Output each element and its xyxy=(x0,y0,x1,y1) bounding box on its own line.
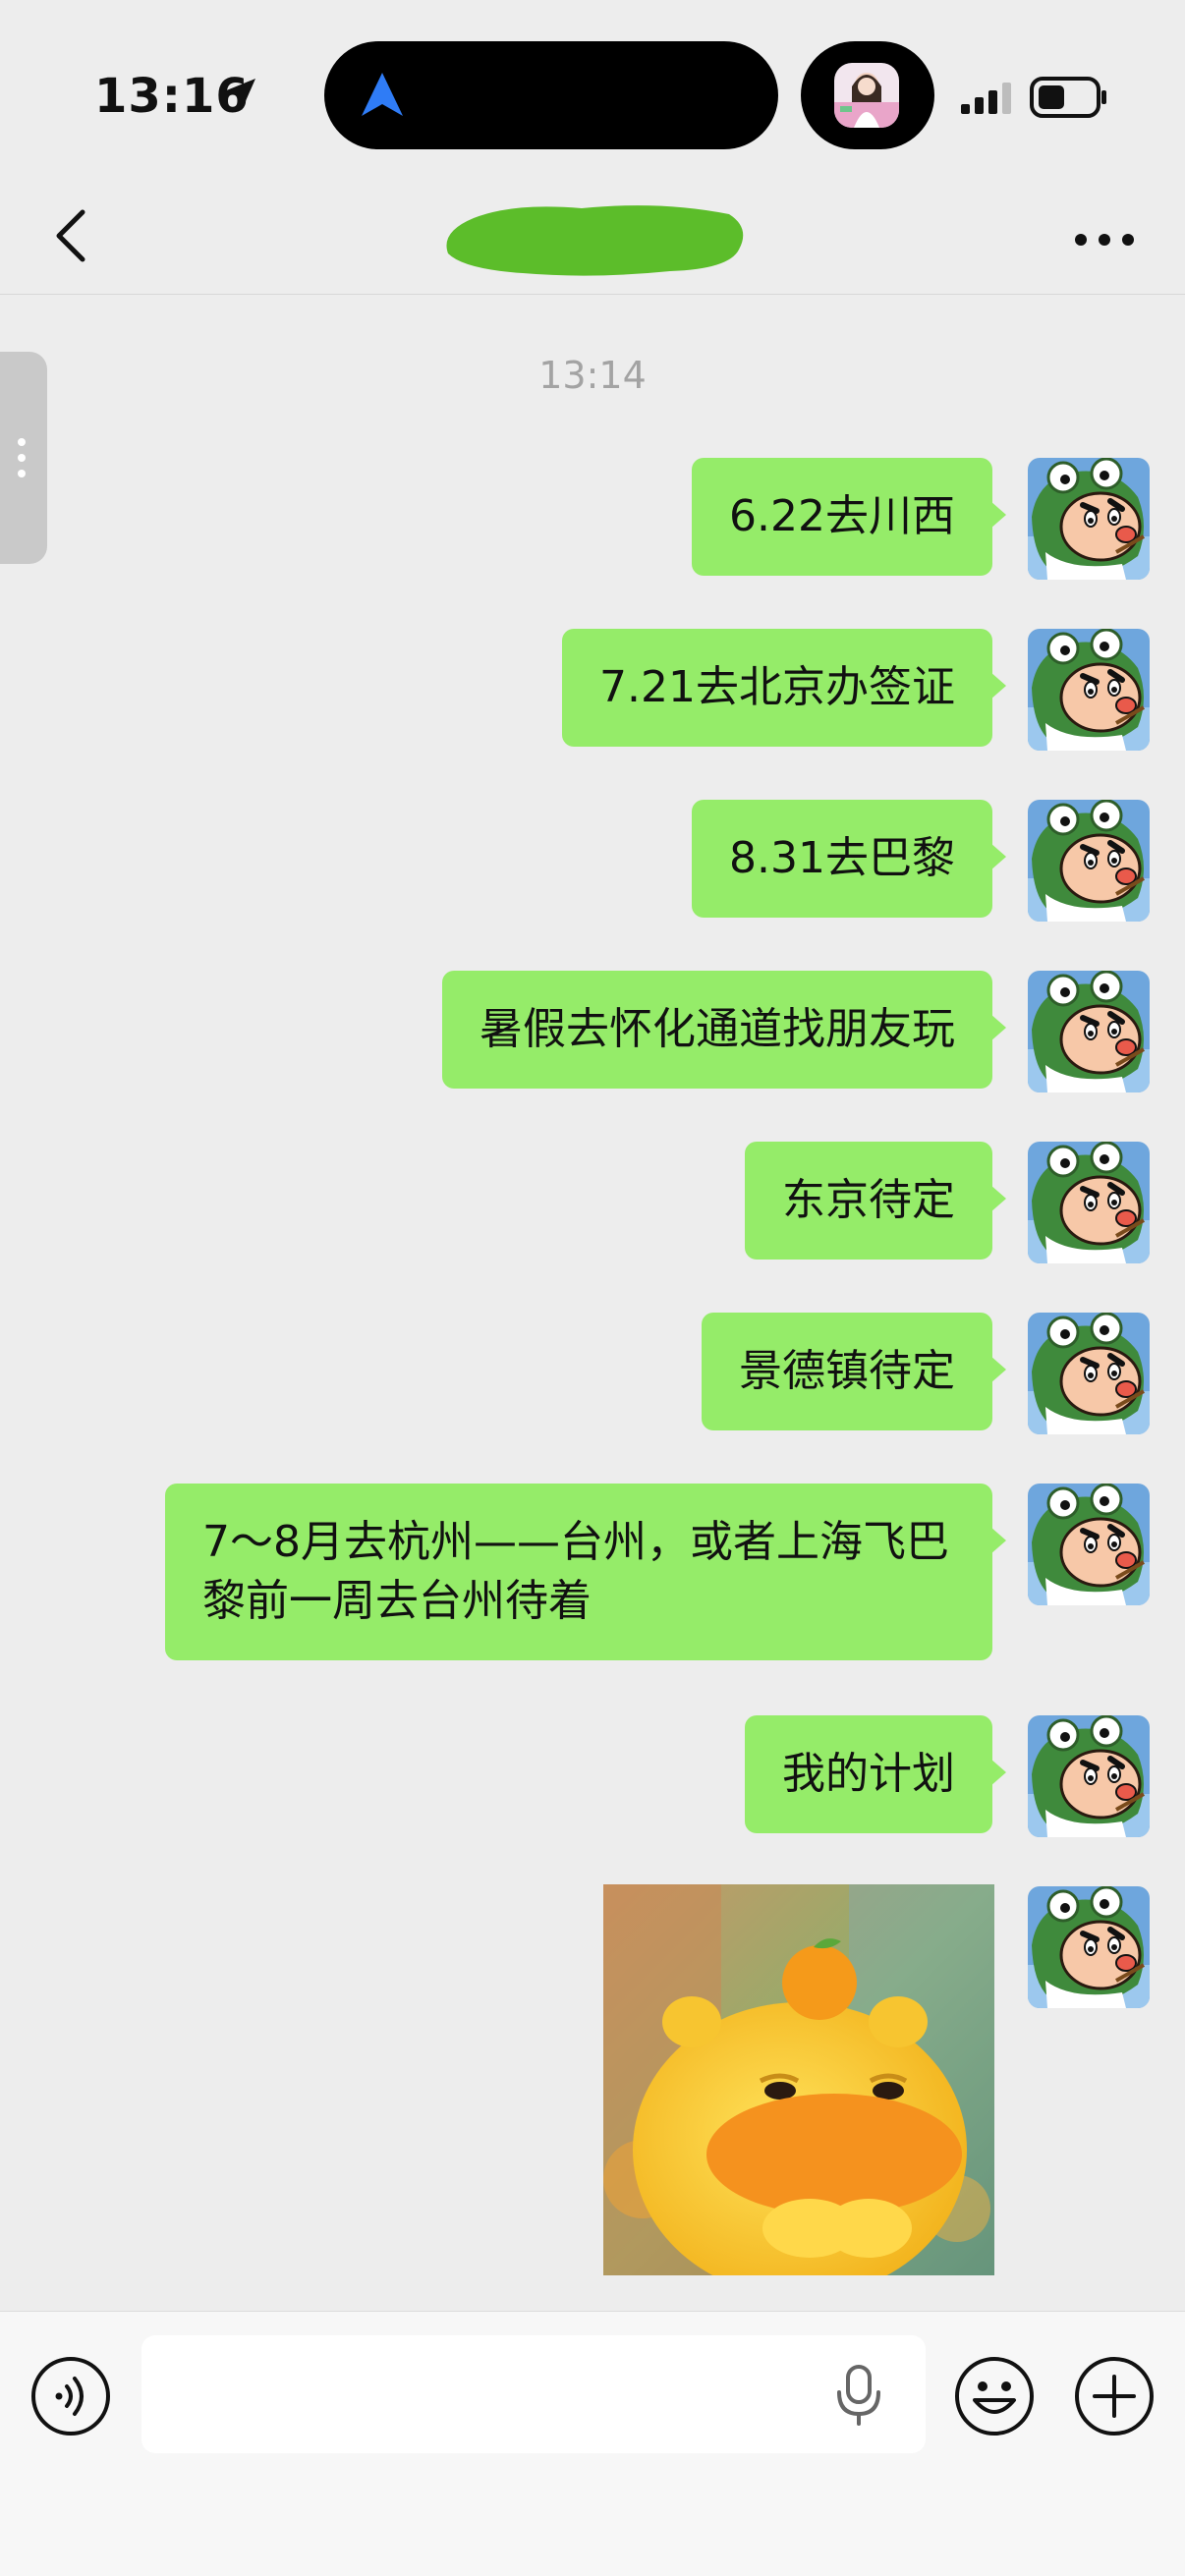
message-bubble[interactable]: 暑假去怀化通道找朋友玩 xyxy=(442,971,1006,1089)
message-bubble[interactable]: 7～8月去杭州——台州，或者上海飞巴黎前一周去台州待着 xyxy=(165,1484,1006,1660)
avatar[interactable] xyxy=(1028,800,1150,922)
avatar[interactable] xyxy=(1028,629,1150,751)
cellular-signal-icon xyxy=(961,83,1011,114)
message-bubble[interactable]: 东京待定 xyxy=(745,1142,1006,1260)
message-bubble[interactable]: 8.31去巴黎 xyxy=(692,800,1006,918)
avatar[interactable] xyxy=(1028,1142,1150,1263)
input-bar xyxy=(0,2311,1185,2576)
message-input[interactable] xyxy=(141,2335,926,2453)
avatar[interactable] xyxy=(1028,1313,1150,1434)
message-bubble[interactable]: 7.21去北京办签证 xyxy=(562,629,1006,747)
status-bar: 13:16 xyxy=(0,0,1185,177)
activity-thumbnail xyxy=(834,63,899,128)
microphone-icon[interactable] xyxy=(833,2363,884,2428)
navigation-icon xyxy=(362,73,403,116)
emoji-icon[interactable] xyxy=(953,2355,1036,2437)
message-bubble[interactable]: 6.22去川西 xyxy=(692,458,1006,576)
avatar[interactable] xyxy=(1028,458,1150,580)
chat-header xyxy=(0,177,1185,295)
chevron-left-icon[interactable] xyxy=(39,200,110,271)
message-bubble[interactable]: 我的计划 xyxy=(745,1715,1006,1833)
avatar[interactable] xyxy=(1028,1484,1150,1605)
plus-icon[interactable] xyxy=(1073,2355,1156,2437)
avatar[interactable] xyxy=(1028,971,1150,1092)
location-arrow-icon xyxy=(224,79,255,110)
dynamic-island xyxy=(324,41,778,149)
avatar[interactable] xyxy=(1028,1715,1150,1837)
redacted-contact-name xyxy=(446,205,744,276)
avatar[interactable] xyxy=(1028,1886,1150,2008)
voice-icon[interactable] xyxy=(29,2355,112,2437)
battery-icon xyxy=(1030,77,1106,118)
dynamic-island-activity[interactable] xyxy=(801,41,934,149)
sticker-image[interactable] xyxy=(603,1884,994,2275)
message-bubble[interactable]: 景德镇待定 xyxy=(702,1313,1006,1430)
ellipsis-icon[interactable] xyxy=(1065,200,1144,271)
message-timestamp: 13:14 xyxy=(538,354,647,397)
